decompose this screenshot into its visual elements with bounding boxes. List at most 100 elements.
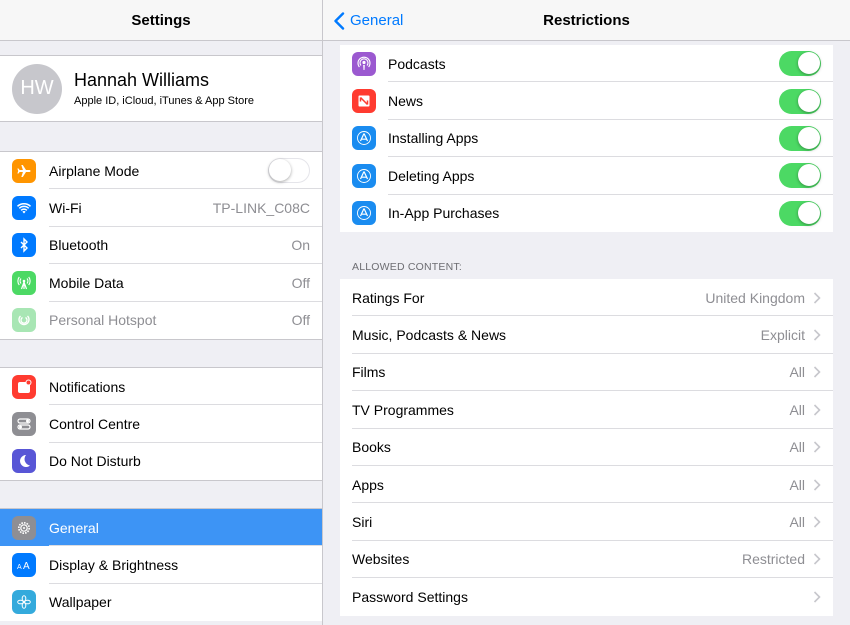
sidebar-item-label: Display & Brightness xyxy=(49,557,179,574)
content-row-label: Music, Podcasts & News xyxy=(352,327,507,344)
svg-text:A: A xyxy=(23,561,30,572)
sidebar-item-label: Wi-Fi xyxy=(49,200,82,217)
news-icon xyxy=(352,89,376,114)
content-row-value: Restricted xyxy=(741,551,805,568)
profile-subtitle: Apple ID, iCloud, iTunes & App Store xyxy=(74,95,254,107)
content-row-label: TV Programmes xyxy=(352,401,454,418)
sidebar-item-general[interactable]: General xyxy=(0,509,322,547)
sidebar-item-notifications[interactable]: Notifications xyxy=(0,368,322,406)
content-row-label: Ratings For xyxy=(352,289,425,306)
content-row-label: Siri xyxy=(352,514,373,531)
app-store-icon xyxy=(352,163,376,188)
sidebar-item-personal-hotspot[interactable]: Personal Hotspot Off xyxy=(0,302,322,339)
sidebar-item-bluetooth[interactable]: Bluetooth On xyxy=(0,227,322,265)
chevron-right-icon xyxy=(813,329,821,341)
page-title: Restrictions xyxy=(543,11,630,29)
content-row-tv-programmes[interactable]: TV Programmes All xyxy=(340,391,833,429)
installing-apps-toggle[interactable] xyxy=(779,125,821,151)
antenna-icon xyxy=(12,270,36,295)
content-row-books[interactable]: Books All xyxy=(340,429,833,466)
sidebar-item-label: Do Not Disturb xyxy=(49,453,141,470)
apple-id-profile[interactable]: HW Hannah Williams Apple ID, iCloud, iTu… xyxy=(0,55,322,122)
app-restrictions-group: Podcasts News Installing Apps Deleting A… xyxy=(340,45,833,232)
back-button[interactable]: General xyxy=(333,0,403,41)
detail-navbar: General Restrictions xyxy=(323,0,850,41)
sidebar-item-airplane-mode[interactable]: Airplane Mode xyxy=(0,152,322,190)
chevron-left-icon xyxy=(334,11,345,30)
content-row-label: Books xyxy=(352,439,391,456)
svg-text:A: A xyxy=(17,564,22,571)
content-row-label: Websites xyxy=(352,551,410,568)
general-group: General AA Display & Brightness Wallpape… xyxy=(0,508,322,622)
restriction-label: Deleting Apps xyxy=(388,167,475,184)
content-row-value: Explicit xyxy=(760,327,805,344)
content-row-label: Apps xyxy=(352,476,384,493)
sidebar-item-label: Mobile Data xyxy=(49,274,124,291)
avatar: HW xyxy=(12,63,62,114)
restriction-label: In-App Purchases xyxy=(388,205,500,222)
news-toggle[interactable] xyxy=(779,88,821,114)
sidebar-item-wallpaper[interactable]: Wallpaper xyxy=(0,584,322,621)
app-store-icon xyxy=(352,126,376,151)
notifications-icon xyxy=(12,374,36,399)
chevron-right-icon xyxy=(813,516,821,528)
sidebar-item-label: Control Centre xyxy=(49,416,141,433)
content-row-apps[interactable]: Apps All xyxy=(340,466,833,504)
sidebar-item-label: Wallpaper xyxy=(49,594,112,611)
chevron-right-icon xyxy=(813,366,821,379)
sidebar-item-label: Notifications xyxy=(49,378,126,395)
restriction-podcasts: Podcasts xyxy=(340,45,833,83)
settings-sidebar: Settings HW Hannah Williams Apple ID, iC… xyxy=(0,0,322,625)
sidebar-navbar: Settings xyxy=(0,0,322,41)
sidebar-item-label: Airplane Mode xyxy=(49,162,140,179)
content-row-music-podcasts-news[interactable]: Music, Podcasts & News Explicit xyxy=(340,316,833,354)
connectivity-group: Airplane Mode Wi-Fi TP-LINK_C08C Bluetoo… xyxy=(0,151,322,340)
display-icon: AA xyxy=(12,553,36,578)
content-row-label: Password Settings xyxy=(352,588,468,605)
chevron-right-icon xyxy=(813,404,821,416)
sidebar-item-display-brightness[interactable]: AA Display & Brightness xyxy=(0,546,322,584)
sidebar-item-control-centre[interactable]: Control Centre xyxy=(0,405,322,443)
sidebar-item-label: Bluetooth xyxy=(49,237,109,254)
content-row-value: All xyxy=(789,439,805,456)
wifi-network-value: TP-LINK_C08C xyxy=(212,200,310,217)
content-row-label: Films xyxy=(352,364,386,381)
content-row-value: All xyxy=(789,364,805,381)
sidebar-item-mobile-data[interactable]: Mobile Data Off xyxy=(0,264,322,302)
gear-icon xyxy=(12,515,36,540)
content-row-value: All xyxy=(789,476,805,493)
sidebar-title: Settings xyxy=(131,11,191,29)
sidebar-item-do-not-disturb[interactable]: Do Not Disturb xyxy=(0,443,322,480)
content-row-ratings-for[interactable]: Ratings For United Kingdom xyxy=(340,279,833,317)
wifi-icon xyxy=(12,196,36,221)
moon-icon xyxy=(12,449,36,474)
content-row-value: All xyxy=(789,514,805,531)
restriction-in-app-purchases: In-App Purchases xyxy=(340,195,833,232)
hotspot-icon xyxy=(12,308,36,333)
podcasts-icon xyxy=(352,51,376,76)
content-row-value: All xyxy=(789,401,805,418)
content-row-value: United Kingdom xyxy=(705,289,805,306)
restriction-news: News xyxy=(340,82,833,120)
chevron-right-icon xyxy=(813,292,821,304)
content-row-websites[interactable]: Websites Restricted xyxy=(340,541,833,579)
chevron-right-icon xyxy=(813,441,821,453)
content-row-password-settings[interactable]: Password Settings xyxy=(340,578,833,615)
airplane-mode-toggle[interactable] xyxy=(268,158,310,184)
content-row-siri[interactable]: Siri All xyxy=(340,503,833,541)
allowed-content-header: ALLOWED CONTENT: xyxy=(352,261,462,273)
app-store-icon xyxy=(352,201,376,226)
restrictions-pane: General Restrictions Podcasts News Insta… xyxy=(323,0,850,625)
chevron-right-icon xyxy=(813,479,821,491)
podcasts-toggle[interactable] xyxy=(779,51,821,77)
sidebar-item-wifi[interactable]: Wi-Fi TP-LINK_C08C xyxy=(0,189,322,227)
airplane-icon xyxy=(12,158,36,183)
notifications-group: Notifications Control Centre Do Not Dist… xyxy=(0,367,322,482)
restriction-label: News xyxy=(388,93,424,110)
profile-name: Hannah Williams xyxy=(74,70,210,90)
deleting-apps-toggle[interactable] xyxy=(779,163,821,189)
in-app-purchases-toggle[interactable] xyxy=(779,200,821,226)
content-row-films[interactable]: Films All xyxy=(340,354,833,392)
sidebar-item-label: General xyxy=(49,519,99,536)
bluetooth-value: On xyxy=(291,237,310,254)
